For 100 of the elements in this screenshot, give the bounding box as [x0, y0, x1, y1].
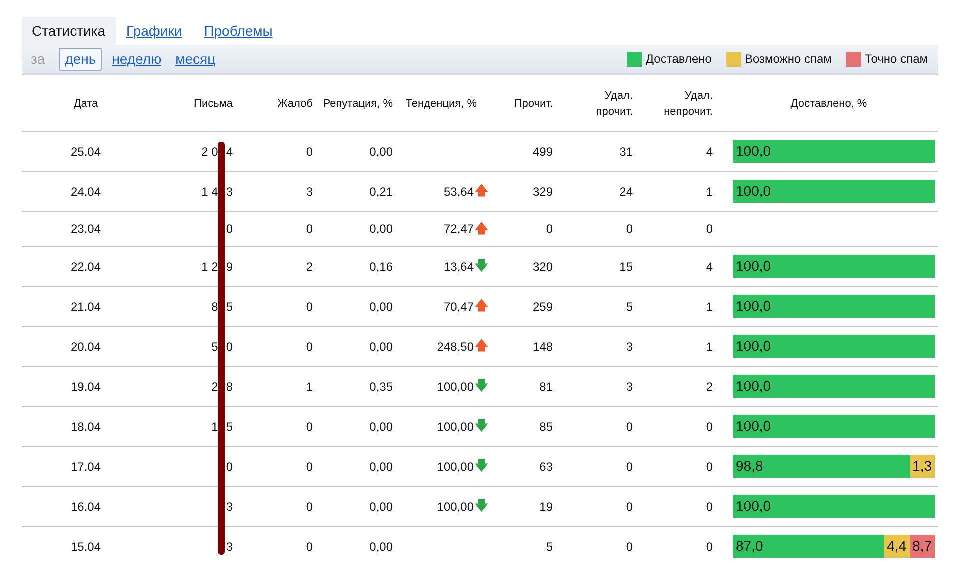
delivery-bar-segment: 100,0: [733, 295, 935, 318]
table-cell-text: 0,00: [368, 538, 394, 556]
table-cell-text: 19.04: [70, 378, 102, 396]
table-cell-text: 3: [226, 184, 233, 200]
column-header: Жалоб: [276, 96, 314, 112]
table-cell-text: 148: [532, 338, 554, 356]
table-cell-text: 0: [305, 418, 314, 436]
legend-label: Точно спам: [864, 51, 928, 68]
table-cell-text: 0: [625, 458, 634, 476]
trend-arrow-icon: 🡅: [475, 300, 488, 313]
table-cell-text: 25.04: [70, 144, 102, 160]
column-header: Письма: [193, 96, 234, 112]
table-cell-text: 0,00: [368, 221, 394, 238]
trend-arrow-icon: 🡇: [475, 460, 488, 473]
tab[interactable]: Графики: [116, 17, 194, 45]
period-option[interactable]: месяц: [172, 48, 220, 70]
table-cell-text: 0,35: [368, 378, 394, 396]
table-cell-text: 5: [226, 418, 233, 436]
table-cell-text: 1 4: [202, 184, 218, 200]
table-cell-text: 4: [226, 144, 233, 160]
table-cell-text: 81: [538, 378, 554, 396]
table-cell-text: 0,00: [368, 298, 394, 316]
table-cell-text: 248,50: [437, 338, 474, 356]
table-cell-text: 53,64: [444, 184, 474, 200]
table-cell-text: 329: [532, 184, 554, 200]
period-option[interactable]: неделю: [108, 48, 166, 70]
column-header: Удал. прочит.: [595, 88, 634, 120]
table-cell-text: 100,00: [437, 458, 474, 476]
tab[interactable]: Статистика: [22, 17, 116, 45]
table-cell-text: 2: [305, 258, 314, 276]
table-cell-text: 17.04: [70, 458, 102, 476]
table-cell-text: 100,00: [437, 418, 474, 436]
table-cell-text: 100,00: [437, 378, 474, 396]
legend-label: Возможно спам: [744, 51, 832, 68]
table-cell-text: 13,64: [444, 258, 474, 276]
trend-arrow-icon: 🡇: [475, 500, 488, 513]
trend-arrow-icon: 🡇: [475, 260, 488, 273]
table-cell-text: 19: [538, 498, 554, 516]
table-cell-text: 0,00: [368, 418, 394, 436]
table-cell-text: 2: [705, 378, 714, 396]
delivery-bar-segment: 100,0: [733, 335, 935, 358]
column-header: Дата: [72, 96, 100, 112]
trend-arrow-icon: 🡅: [475, 185, 488, 198]
delivery-bar-segment: 100,0: [733, 375, 935, 398]
trend-arrow-icon: 🡇: [475, 420, 488, 433]
delivery-bar-segment: 100,0: [733, 415, 935, 438]
column-header: Доставлено, %: [790, 96, 868, 112]
delivery-bar-segment: 98,8: [733, 455, 910, 478]
table-cell-text: 31: [618, 144, 634, 160]
column-header: Прочит.: [513, 96, 554, 112]
delivery-bar-segment: 4,4: [884, 535, 910, 558]
table-cell-text: 23.04: [70, 221, 102, 238]
table-cell-text: 0: [305, 538, 314, 556]
table-cell-text: 1: [705, 184, 714, 200]
delivery-bar-segment: 100,0: [733, 495, 935, 518]
delivery-bar-segment: 100,0: [733, 255, 935, 278]
table-cell-text: 259: [532, 298, 554, 316]
period-option[interactable]: день: [59, 48, 102, 70]
table-cell-text: 0: [705, 538, 714, 556]
delivery-bar-segment: 8,7: [910, 535, 935, 558]
table-cell-text: 0: [226, 221, 233, 238]
table-cell-text: 0: [625, 498, 634, 516]
table-cell-text: 0,00: [368, 498, 394, 516]
table-cell-text: 2 0: [202, 144, 218, 160]
table-cell-text: 8: [226, 378, 233, 396]
table-cell-text: 4: [705, 144, 714, 160]
column-header: Тенденция, %: [404, 96, 478, 112]
table-cell-text: 0: [305, 498, 314, 516]
table-cell-text: 15: [618, 258, 634, 276]
table-cell-text: 0: [305, 298, 314, 316]
table-cell-text: 22.04: [70, 258, 102, 276]
table-cell-text: 0,00: [368, 458, 394, 476]
table-cell-text: 0: [705, 458, 714, 476]
table-cell-text: 5: [212, 338, 218, 356]
table-cell-text: 8: [212, 298, 218, 316]
table-cell-text: 0: [705, 221, 714, 238]
table-cell-text: 24: [618, 184, 634, 200]
table-cell-text: 0,00: [368, 144, 394, 160]
table-cell-text: 0: [705, 498, 714, 516]
table-cell-text: 0: [226, 458, 233, 476]
table-cell-text: 0,00: [368, 338, 394, 356]
trend-arrow-icon: 🡇: [475, 380, 488, 393]
table-cell-text: 21.04: [70, 298, 102, 316]
tab[interactable]: Проблемы: [193, 17, 284, 45]
period-label: за: [31, 50, 46, 68]
table-cell-text: 0: [625, 538, 634, 556]
table-cell-text: 5: [545, 538, 554, 556]
table-cell-text: 0: [625, 221, 634, 238]
table-cell-text: 1 2: [202, 258, 218, 276]
column-header: Удал. непрочит.: [663, 88, 714, 120]
table-cell-text: 1: [305, 378, 314, 396]
delivery-bar-segment: 100,0: [733, 180, 935, 203]
table-cell-text: 3: [226, 498, 233, 516]
table-cell-text: 0,21: [368, 184, 394, 200]
table-cell-text: 0: [625, 418, 634, 436]
table-cell-text: 2: [212, 378, 218, 396]
table-cell-text: 4: [705, 258, 714, 276]
table-cell-text: 1: [212, 418, 218, 436]
table-cell-text: 9: [226, 258, 233, 276]
table-cell-text: 1: [705, 298, 714, 316]
